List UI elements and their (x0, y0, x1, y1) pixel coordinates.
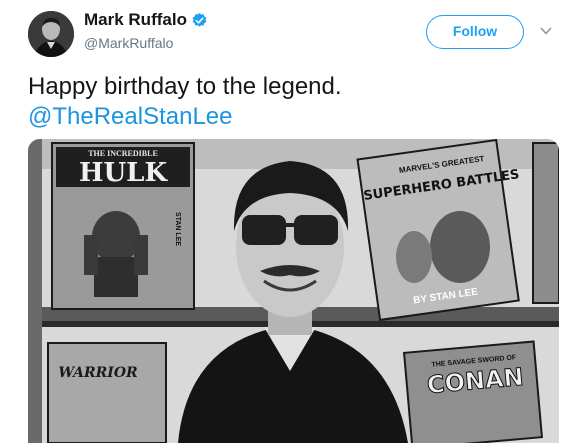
mention-link[interactable]: @TheRealStanLee (28, 102, 548, 132)
chevron-down-icon[interactable] (540, 26, 552, 36)
tweet-body: Happy birthday to the legend. (28, 73, 342, 100)
verified-badge-icon (192, 12, 207, 27)
tweet-card: Mark Ruffalo @MarkRuffalo Follow Happy b… (0, 0, 564, 443)
author-display-name[interactable]: Mark Ruffalo (84, 10, 187, 30)
comic-warrior: WARRIOR (47, 342, 167, 443)
comic-hulk-header: THE INCREDIBLE (88, 149, 158, 158)
author-block: Mark Ruffalo @MarkRuffalo (84, 10, 208, 51)
comic-superhero-battles: MARVEL'S GREATEST SUPERHERO BATTLES BY S… (356, 139, 520, 322)
tweet-header: Mark Ruffalo @MarkRuffalo Follow (0, 0, 564, 64)
tweet-text: Happy birthday to the legend. @TheRealSt… (28, 72, 548, 132)
tweet-photo[interactable]: THE INCREDIBLE HULK STAN LEE MARVEL'S GR… (28, 139, 559, 443)
comic-hulk-side: STAN LEE (174, 212, 181, 246)
comic-warrior-title: WARRIOR (58, 365, 137, 381)
comic-conan: THE SAVAGE SWORD OF CONAN (402, 340, 544, 443)
comic-hulk-title: HULK (79, 158, 169, 188)
photo-illustration: THE INCREDIBLE HULK STAN LEE MARVEL'S GR… (28, 139, 559, 443)
avatar[interactable] (28, 11, 74, 57)
comic-hulk: THE INCREDIBLE HULK STAN LEE (51, 142, 195, 310)
author-handle[interactable]: @MarkRuffalo (84, 35, 208, 51)
follow-button[interactable]: Follow (426, 15, 524, 49)
